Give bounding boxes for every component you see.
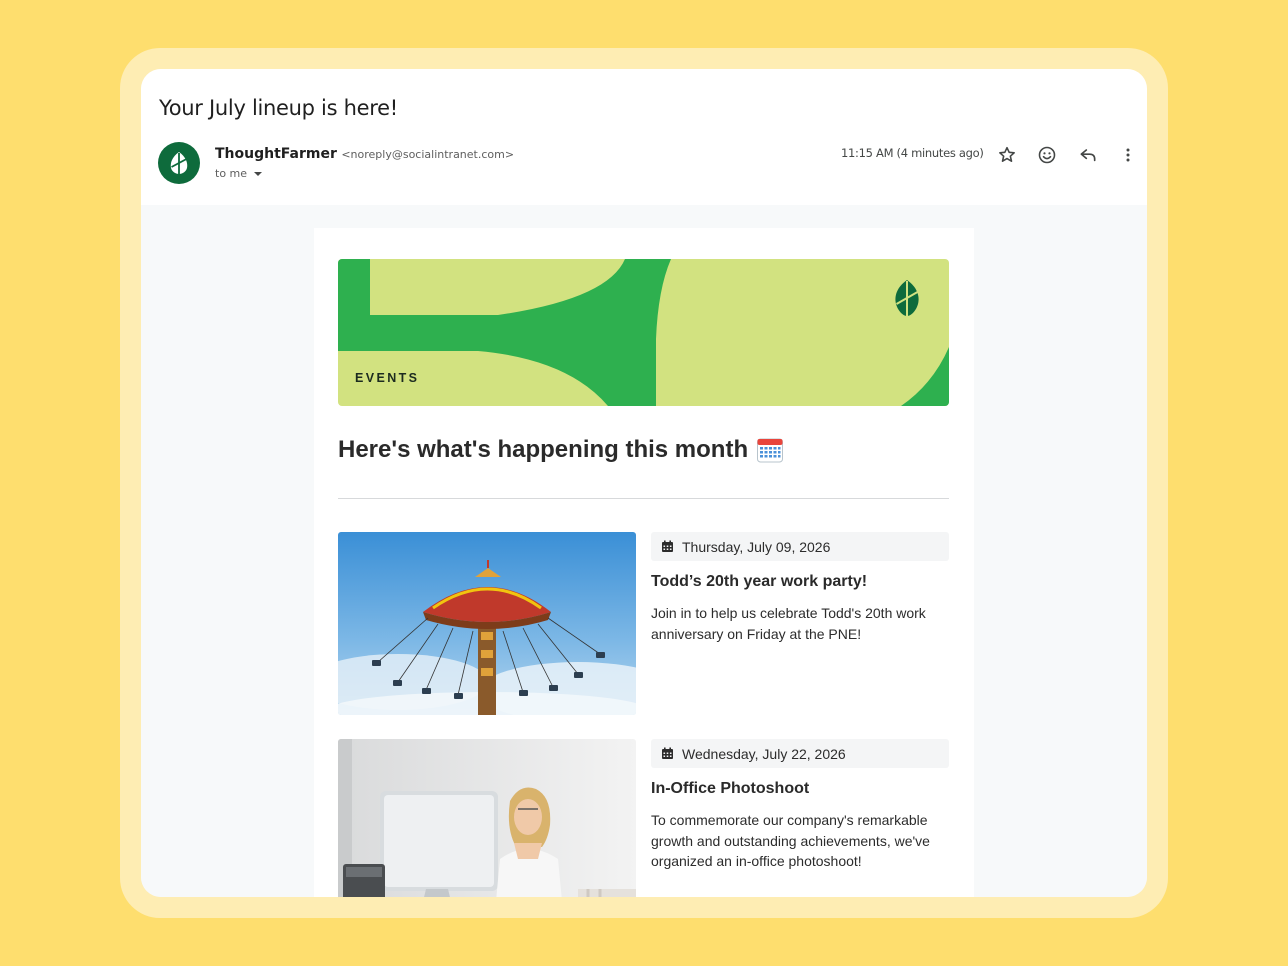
email-body-area: EVENTS Here's what's happening this mont… bbox=[141, 205, 1147, 897]
event-date: Wednesday, July 22, 2026 bbox=[651, 739, 949, 768]
banner-label: EVENTS bbox=[355, 371, 420, 385]
events-banner: EVENTS bbox=[338, 259, 949, 406]
event-title[interactable]: Todd’s 20th year work party! bbox=[651, 573, 867, 591]
email-content-card: EVENTS Here's what's happening this mont… bbox=[314, 228, 974, 897]
reply-icon bbox=[1080, 149, 1096, 162]
calendar-icon bbox=[662, 747, 673, 759]
newsletter-heading: Here's what's happening this month bbox=[338, 436, 784, 464]
event-title[interactable]: In-Office Photoshoot bbox=[651, 780, 809, 798]
event-description: Join in to help us celebrate Todd's 20th… bbox=[651, 605, 926, 642]
heading-text: Here's what's happening this month bbox=[338, 436, 749, 463]
email-header: Your July lineup is here! ThoughtFarmer … bbox=[141, 69, 1147, 205]
add-reaction-button[interactable] bbox=[1033, 141, 1061, 169]
calendar-emoji-icon bbox=[757, 438, 784, 463]
section-divider bbox=[338, 498, 949, 499]
recipient-details-toggle[interactable]: to me bbox=[215, 167, 263, 180]
calendar-icon bbox=[662, 540, 673, 552]
event-date: Thursday, July 09, 2026 bbox=[651, 532, 949, 561]
chevron-down-icon bbox=[254, 171, 263, 176]
sender-line: ThoughtFarmer <noreply@socialintranet.co… bbox=[215, 145, 514, 163]
event-image-photoshoot[interactable] bbox=[338, 739, 636, 897]
event-image-swing-ride[interactable] bbox=[338, 532, 636, 715]
email-subject: Your July lineup is here! bbox=[159, 96, 398, 120]
banner-graphic bbox=[338, 259, 949, 406]
leaf-logo-icon bbox=[170, 152, 188, 174]
event-date-text: Thursday, July 09, 2026 bbox=[682, 538, 831, 555]
sender-email: <noreply@socialintranet.com> bbox=[341, 148, 515, 161]
email-window: Your July lineup is here! ThoughtFarmer … bbox=[141, 69, 1147, 897]
email-timestamp: 11:15 AM (4 minutes ago) bbox=[841, 146, 984, 160]
more-options-button[interactable] bbox=[1114, 141, 1142, 169]
event-description: To commemorate our company's remarkable … bbox=[651, 812, 930, 869]
recipient-label: to me bbox=[215, 167, 248, 180]
reply-button[interactable] bbox=[1074, 141, 1102, 169]
star-icon bbox=[999, 146, 1015, 162]
more-vert-icon bbox=[1126, 148, 1130, 162]
event-date-text: Wednesday, July 22, 2026 bbox=[682, 745, 846, 762]
sender-name[interactable]: ThoughtFarmer bbox=[215, 146, 337, 162]
star-button[interactable] bbox=[993, 141, 1021, 169]
sender-avatar[interactable] bbox=[158, 142, 200, 184]
emoji-icon bbox=[1038, 146, 1056, 164]
